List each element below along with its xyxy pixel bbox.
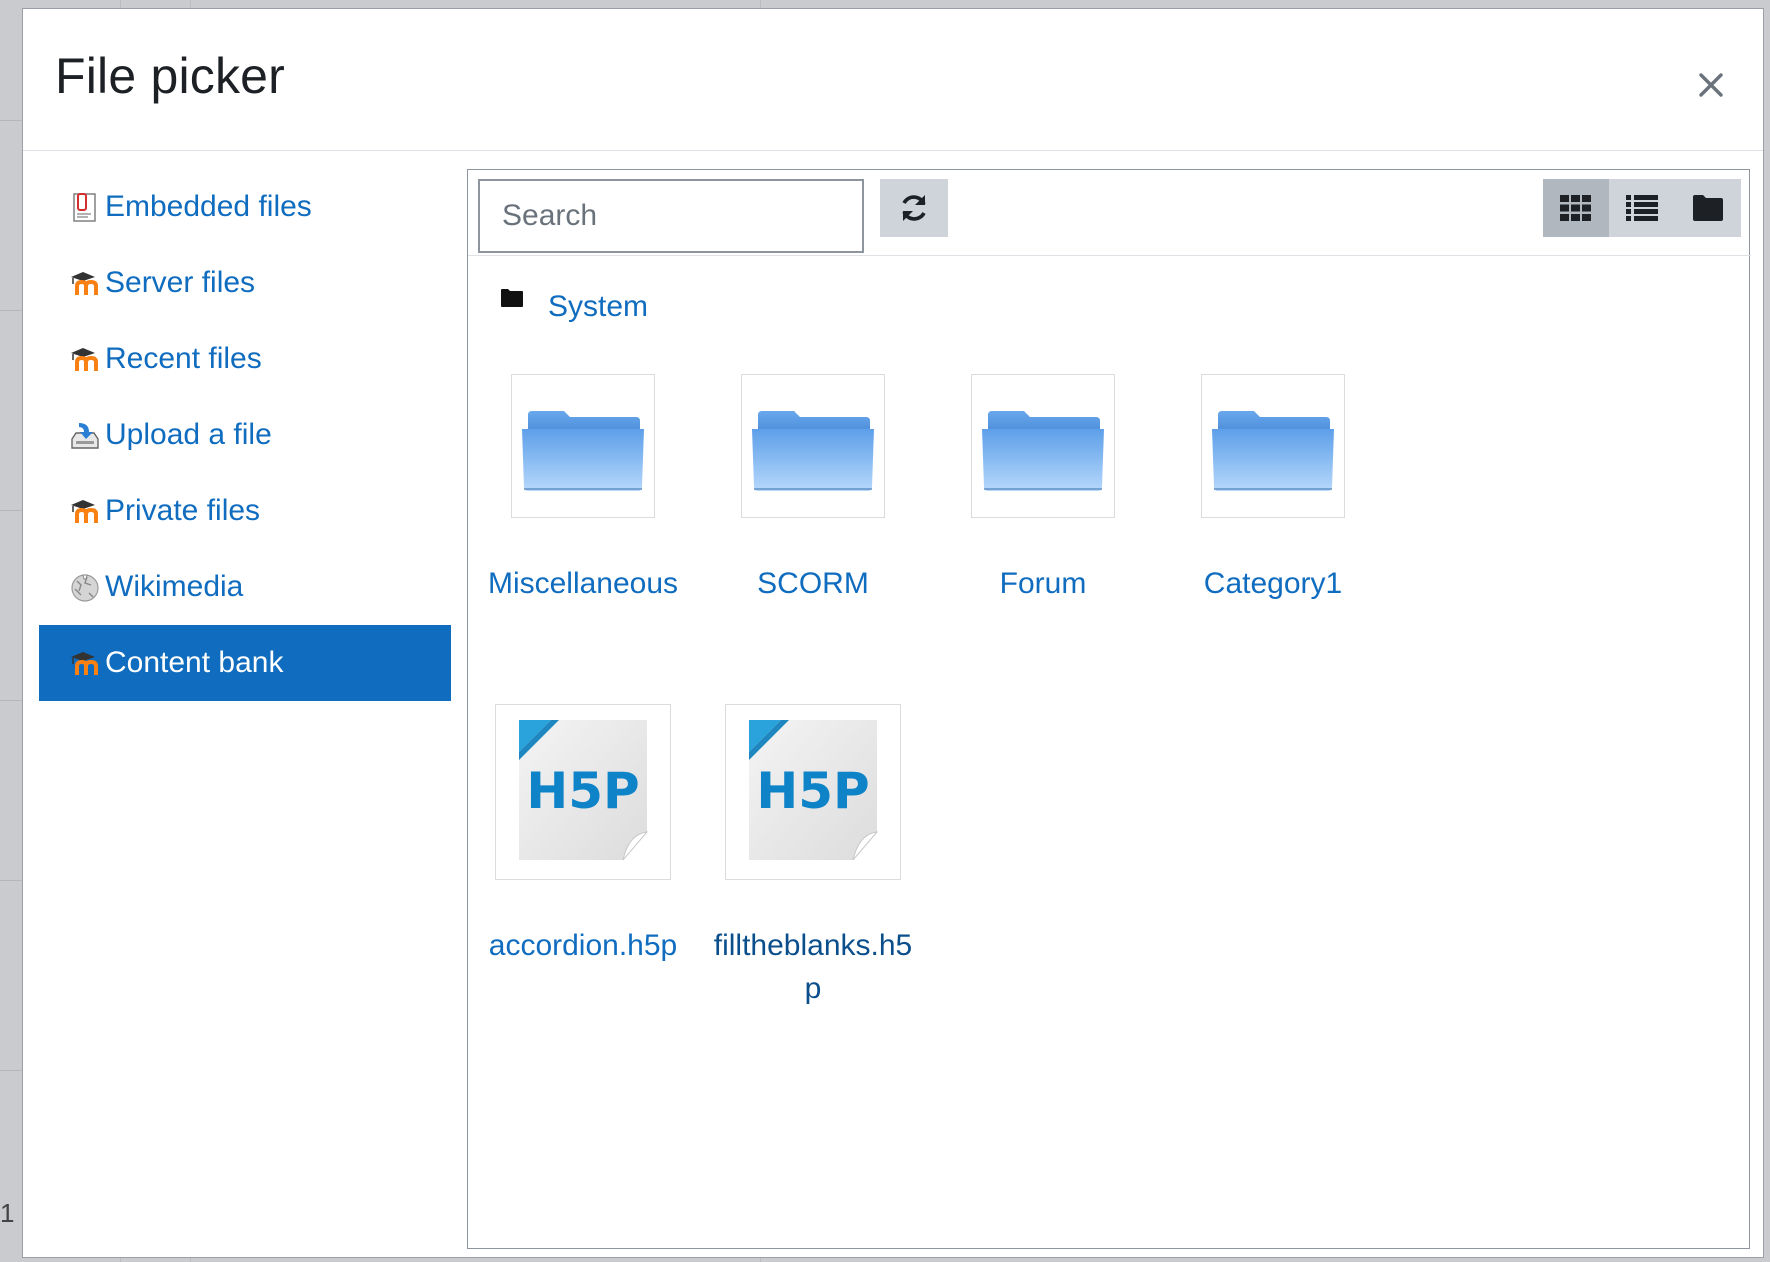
repository-item-private-files[interactable]: Private files [39, 473, 451, 549]
repository-item-content-bank[interactable]: Content bank [39, 625, 451, 701]
folder-icon [522, 411, 644, 491]
list-view-button[interactable] [1609, 179, 1675, 237]
folder-icon [501, 289, 523, 307]
embedded-files-icon [69, 191, 101, 223]
folder-tile[interactable]: SCORM [698, 374, 928, 605]
file-thumbnail: H5P [495, 704, 671, 880]
list-icon [1626, 195, 1658, 221]
repository-label: Content bank [105, 646, 284, 679]
folder-thumbnail [1201, 374, 1345, 518]
path-breadcrumb: System [468, 255, 1751, 365]
file-thumbnail: H5P [725, 704, 901, 880]
repository-list: Embedded files Server files Recent files… [39, 169, 451, 701]
svg-text:H5P: H5P [756, 762, 869, 820]
repository-label: Wikimedia [105, 570, 244, 603]
file-tile[interactable]: H5P filltheblanks.h5p [713, 704, 913, 1010]
item-name: SCORM [757, 567, 869, 600]
repository-item-wikimedia[interactable]: Wikimedia [39, 549, 451, 625]
moodle-icon [69, 647, 101, 679]
view-toggle-group [1543, 179, 1741, 237]
file-tile[interactable]: H5P accordion.h5p [468, 704, 698, 967]
wikimedia-icon [69, 571, 101, 603]
path-link-system[interactable]: System [548, 290, 648, 324]
folder-tile[interactable]: Category1 [1158, 374, 1388, 605]
repository-label: Embedded files [105, 190, 312, 223]
repository-item-server-files[interactable]: Server files [39, 245, 451, 321]
folder-icon [752, 411, 874, 491]
grid-icon [1560, 195, 1591, 221]
file-picker-dialog: File picker Embedded files Server files … [22, 8, 1764, 1258]
repository-label: Upload a file [105, 418, 272, 451]
dialog-header: File picker [23, 9, 1763, 151]
folder-thumbnail [971, 374, 1115, 518]
moodle-icon [69, 267, 101, 299]
folder-tile[interactable]: Forum [928, 374, 1158, 605]
h5p-file-icon: H5P [519, 720, 649, 861]
item-name: filltheblanks.h5p [713, 929, 913, 1005]
icons-view-button[interactable] [1543, 179, 1609, 237]
refresh-button[interactable] [880, 179, 948, 237]
refresh-icon [902, 195, 926, 221]
repository-item-recent-files[interactable]: Recent files [39, 321, 451, 397]
repository-label: Recent files [105, 342, 262, 375]
item-name: Category1 [1203, 567, 1343, 600]
moodle-icon [69, 495, 101, 527]
folder-thumbnail [741, 374, 885, 518]
item-name: Miscellaneous [487, 567, 679, 600]
folder-icon [982, 411, 1104, 491]
file-browser-panel: System Mi [467, 169, 1751, 1249]
folder-thumbnail [511, 374, 655, 518]
h5p-file-icon: H5P [749, 720, 879, 861]
repository-label: Server files [105, 266, 256, 299]
close-button[interactable] [1687, 61, 1735, 109]
item-name: accordion.h5p [488, 929, 678, 962]
item-name: Forum [999, 567, 1087, 600]
close-icon [1699, 73, 1723, 97]
upload-icon [69, 419, 101, 451]
repository-item-upload-a-file[interactable]: Upload a file [39, 397, 451, 473]
folder-icon [1693, 195, 1723, 221]
moodle-icon [69, 343, 101, 375]
folder-tile[interactable]: Miscellaneous [468, 374, 698, 605]
tree-view-button[interactable] [1675, 179, 1741, 237]
search-input[interactable] [478, 179, 864, 253]
repository-item-embedded-files[interactable]: Embedded files [39, 169, 451, 245]
folder-icon [1212, 411, 1334, 491]
repository-label: Private files [105, 494, 261, 527]
svg-text:H5P: H5P [526, 762, 639, 820]
dialog-title: File picker [55, 48, 286, 104]
